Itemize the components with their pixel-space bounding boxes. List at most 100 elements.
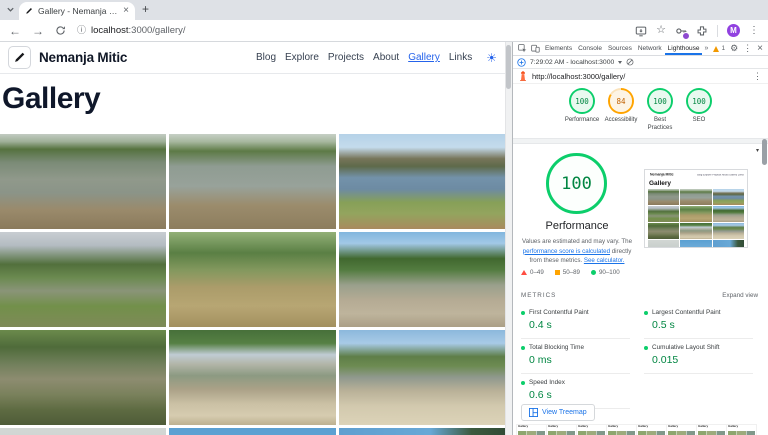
filmstrip-frame: Gallery — [727, 425, 756, 435]
devtools-tab-lighthouse[interactable]: Lighthouse — [665, 42, 703, 55]
score-legend: 0–49 50–89 90–100 — [521, 269, 620, 276]
forward-icon[interactable]: → — [32, 25, 44, 37]
more-tabs-icon[interactable]: » — [702, 45, 710, 52]
device-toolbar-icon[interactable] — [531, 44, 540, 53]
nav-link-blog[interactable]: Blog — [256, 52, 276, 63]
filmstrip-frame: Gallery — [517, 425, 546, 435]
gallery-photo[interactable] — [169, 134, 335, 229]
devtools-scrollbar[interactable] — [762, 138, 767, 433]
gallery-photo[interactable] — [0, 232, 166, 327]
tab-close-icon[interactable]: × — [123, 6, 129, 16]
toolbar-right-icons: ☆ M ⋮ — [635, 24, 759, 37]
legend-range: 90–100 — [599, 269, 620, 276]
gallery-photo[interactable] — [0, 330, 166, 425]
filmstrip-scroll-caret-icon[interactable]: ▾ — [756, 147, 759, 154]
new-tab-button[interactable]: + — [142, 3, 149, 15]
site-info-icon[interactable]: ⓘ — [77, 26, 86, 35]
nav-link-explore[interactable]: Explore — [285, 52, 319, 63]
site-brand[interactable]: Nemanja Mitic — [39, 50, 127, 65]
browser-menu-icon[interactable]: ⋮ — [749, 26, 759, 36]
metric-value: 0 ms — [529, 354, 630, 366]
disclaimer-text: Values are estimated and may vary. The — [522, 238, 632, 245]
extensions-puzzle-icon[interactable] — [696, 25, 708, 37]
bookmark-star-icon[interactable]: ☆ — [656, 25, 666, 36]
nav-link-gallery[interactable]: Gallery — [408, 52, 440, 63]
browser-window: Gallery - Nemanja Mitic × + ← → ⓘ localh… — [0, 0, 768, 435]
devtools-close-icon[interactable]: × — [757, 44, 763, 54]
devtools-panel: Elements Console Sources Network Lightho… — [512, 42, 768, 435]
password-extension-icon[interactable] — [675, 25, 687, 37]
cast-icon[interactable] — [635, 25, 647, 37]
devtools-tab-console[interactable]: Console — [575, 42, 605, 55]
expand-view-button[interactable]: Expand view — [722, 292, 758, 299]
gallery-photo[interactable] — [0, 428, 166, 435]
devtools-settings-gear-icon[interactable]: ⚙ — [730, 44, 738, 53]
category-performance[interactable]: 100 Performance — [564, 88, 601, 138]
metrics-header: METRICS — [521, 292, 556, 299]
tab-strip: Gallery - Nemanja Mitic × + — [0, 0, 768, 20]
site-header: Nemanja Mitic Blog Explore Projects Abou… — [0, 42, 505, 74]
gallery-photo[interactable] — [0, 134, 166, 229]
browser-tab[interactable]: Gallery - Nemanja Mitic × — [19, 2, 135, 20]
address-bar[interactable]: ⓘ localhost:3000/gallery/ — [77, 25, 624, 36]
metric-value: 0.6 s — [529, 389, 630, 401]
page-screenshot-thumbnail: Nemanja Mitic Blog Explore Projects Abou… — [644, 169, 748, 248]
filmstrip-frame: Gallery — [667, 425, 696, 435]
gallery-photo[interactable] — [339, 134, 505, 229]
new-audit-plus-icon[interactable] — [517, 58, 526, 67]
score-calc-link[interactable]: performance score is calculated — [523, 248, 610, 255]
reload-icon[interactable] — [55, 25, 66, 36]
legend-average-icon — [555, 270, 560, 275]
nav-link-links[interactable]: Links — [449, 52, 472, 63]
metric-fcp: First Contentful Paint 0.4 s — [521, 304, 630, 339]
gallery-photo[interactable] — [169, 330, 335, 425]
browser-toolbar: ← → ⓘ localhost:3000/gallery/ ☆ M ⋮ — [0, 20, 768, 42]
category-accessibility[interactable]: 84 Accessibility — [603, 88, 640, 138]
category-label: Best Practices — [642, 117, 679, 133]
filmstrip-frame: Gallery — [577, 425, 606, 435]
back-icon[interactable]: ← — [9, 25, 21, 37]
report-menu-icon[interactable]: ⋮ — [753, 72, 762, 81]
accessibility-score: 84 — [610, 90, 631, 111]
loading-filmstrip: Gallery Gallery Gallery Gallery Gallery … — [517, 425, 756, 435]
devtools-tab-sources[interactable]: Sources — [605, 42, 635, 55]
devtools-tab-network[interactable]: Network — [635, 42, 665, 55]
url-text[interactable]: localhost:3000/gallery/ — [91, 25, 186, 36]
legend-pass-icon — [591, 270, 596, 275]
devtools-menu-icon[interactable]: ⋮ — [743, 44, 752, 53]
page-viewport: Nemanja Mitic Blog Explore Projects Abou… — [0, 42, 512, 435]
issues-warning[interactable]: 1 — [713, 45, 725, 52]
clear-runs-icon[interactable] — [626, 58, 634, 66]
page-scrollbar[interactable] — [505, 42, 512, 435]
category-best-practices[interactable]: 100 Best Practices — [642, 88, 679, 138]
performance-gauge[interactable]: 100 — [546, 153, 607, 214]
metric-empty-cell — [644, 374, 753, 409]
theme-toggle-sun-icon[interactable]: ☀ — [486, 52, 497, 64]
site-nav: Blog Explore Projects About Gallery Link… — [256, 52, 497, 64]
tab-search-icon[interactable] — [6, 5, 15, 14]
devtools-scrollbar-thumb[interactable] — [762, 139, 767, 165]
lighthouse-run-bar: 7:29:02 AM - localhost:3000 — [513, 56, 768, 69]
run-selector[interactable]: 7:29:02 AM - localhost:3000 — [530, 59, 614, 66]
inspect-element-icon[interactable] — [518, 44, 527, 53]
nav-link-projects[interactable]: Projects — [328, 52, 364, 63]
page-scrollbar-thumb[interactable] — [506, 45, 511, 89]
gallery-photo[interactable] — [339, 232, 505, 327]
see-calculator-link[interactable]: See calculator. — [584, 257, 625, 264]
extension-badge — [682, 32, 690, 40]
site-logo-pen-icon[interactable] — [8, 46, 31, 69]
performance-gauge-label: Performance — [513, 220, 641, 232]
gallery-photo[interactable] — [339, 428, 505, 435]
legend-range: 0–49 — [530, 269, 544, 276]
performance-score: 100 — [571, 90, 592, 111]
nav-link-about[interactable]: About — [373, 52, 399, 63]
run-selector-caret-icon — [618, 61, 622, 64]
gallery-photo[interactable] — [339, 330, 505, 425]
gallery-photo[interactable] — [169, 428, 335, 435]
category-seo[interactable]: 100 SEO — [681, 88, 718, 138]
gallery-photo[interactable] — [169, 232, 335, 327]
view-treemap-button[interactable]: View Treemap — [521, 404, 595, 421]
devtools-tab-elements[interactable]: Elements — [542, 42, 575, 55]
profile-avatar[interactable]: M — [727, 24, 740, 37]
toolbar-divider — [717, 25, 718, 37]
